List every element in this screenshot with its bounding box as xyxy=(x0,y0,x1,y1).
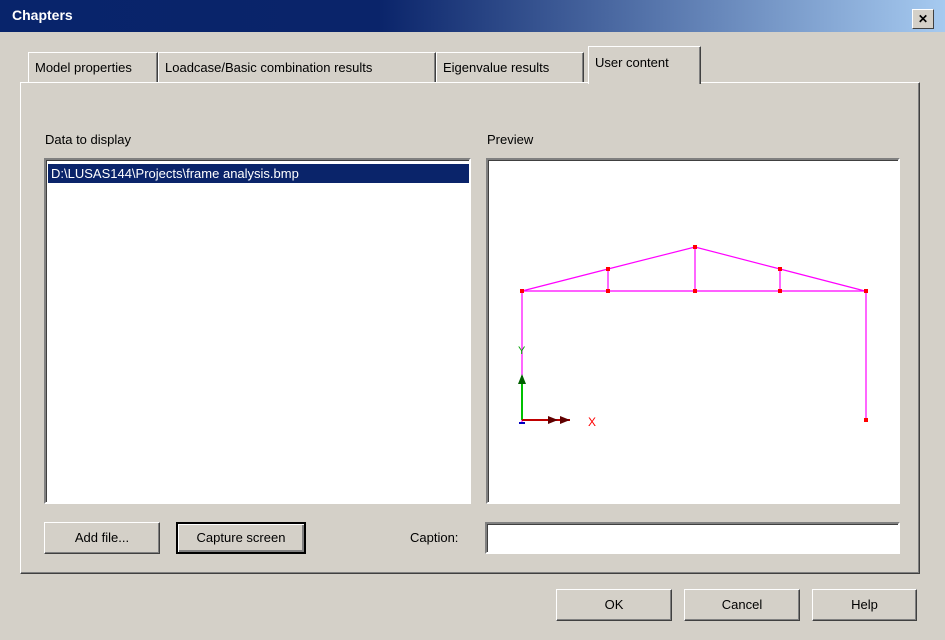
dialog-title: Chapters xyxy=(12,7,73,23)
caption-label: Caption: xyxy=(410,530,459,545)
help-button[interactable]: Help xyxy=(812,589,917,621)
frame-nodes xyxy=(520,245,868,422)
data-list[interactable]: D:\LUSAS144\Projects\frame analysis.bmp xyxy=(44,158,471,504)
ok-button[interactable]: OK xyxy=(556,589,672,621)
tab-model-properties[interactable]: Model properties xyxy=(28,52,158,83)
title-bar xyxy=(0,0,945,32)
cancel-button[interactable]: Cancel xyxy=(684,589,800,621)
close-button[interactable]: ✕ xyxy=(912,9,934,29)
data-to-display-label: Data to display xyxy=(45,132,131,147)
caption-input[interactable] xyxy=(485,522,900,554)
preview-pane: Y X xyxy=(486,158,900,504)
list-item[interactable]: D:\LUSAS144\Projects\frame analysis.bmp xyxy=(48,164,469,183)
frame-members xyxy=(521,246,867,422)
frame-preview-image: Y X xyxy=(518,245,868,429)
capture-screen-button[interactable]: Capture screen xyxy=(176,522,306,554)
add-file-button[interactable]: Add file... xyxy=(44,522,160,554)
x-axis-label: X xyxy=(588,415,596,429)
y-axis-label: Y xyxy=(518,345,526,357)
tab-loadcase-results[interactable]: Loadcase/Basic combination results xyxy=(158,52,436,83)
tab-eigenvalue-results[interactable]: Eigenvalue results xyxy=(436,52,584,83)
axis-triad: Y X xyxy=(518,345,596,429)
tab-user-content[interactable]: User content xyxy=(588,46,701,84)
preview-label: Preview xyxy=(487,132,534,147)
